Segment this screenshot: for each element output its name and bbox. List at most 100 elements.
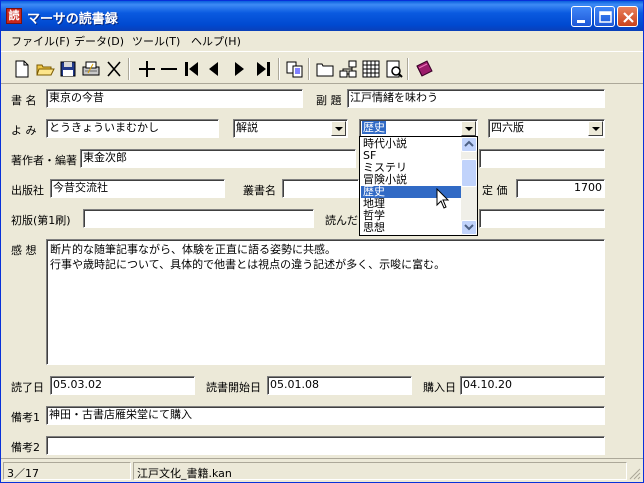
toolbar-separator [308,58,310,80]
add-record-button[interactable] [136,58,158,80]
type-combo[interactable]: 解説 [233,119,348,138]
network-button[interactable] [337,58,359,80]
read-start-field[interactable]: 05.01.08 [267,376,412,395]
price-label: 定 価 [482,184,508,197]
dropdown-option[interactable]: 時代小説 [361,138,461,150]
chevron-up-icon [464,140,474,147]
chevron-down-icon[interactable] [461,121,476,136]
impressions-line: 行事や歳時記について、具体的で他書とは視点の違う記述が多く、示唆に富む。 [50,258,446,271]
scrollbar-thumb[interactable] [461,159,477,187]
series-label: 叢書名 [243,184,276,197]
maximize-button[interactable] [594,6,615,27]
first-record-icon [185,62,198,76]
menu-tools[interactable]: ツール(T) [132,33,180,49]
scroll-down-button[interactable] [461,220,477,235]
publisher-field[interactable]: 今昔交流社 [50,179,225,198]
close-button[interactable] [617,6,638,27]
add-record-icon [139,61,155,77]
title-label: 書 名 [11,94,37,107]
author-extra-field[interactable] [479,149,605,168]
status-bar: 3／17 江戸文化_書籍.kan [1,458,643,482]
new-button[interactable] [11,58,33,80]
first-record-button[interactable] [180,58,202,80]
read-end-label: 読了日 [11,381,44,394]
delete-icon [107,61,121,77]
delete-button[interactable] [103,58,125,80]
reading-field[interactable]: とうきょういまむかし [46,119,219,138]
first-edition-label: 初版(第1刷) [11,214,71,227]
genre-dropdown-list[interactable]: 時代小説 SF ミステリ 冒険小説 歴史 地理 哲学 思想 [359,136,478,236]
prev-record-button[interactable] [203,58,225,80]
minimize-button[interactable] [571,6,592,27]
first-edition-field[interactable] [83,209,314,228]
book-icon [416,60,433,77]
record-position: 3／17 [3,462,131,480]
dropdown-option[interactable]: 思想 [361,222,461,234]
series-field[interactable] [282,179,359,198]
format-combo[interactable]: 四六版 [488,119,605,138]
chevron-down-icon[interactable] [588,121,603,136]
window-title: マーサの読書録 [27,12,118,27]
note2-field[interactable] [46,436,605,455]
maximize-icon [599,11,612,23]
menu-file[interactable]: ファイル(F) [11,33,70,49]
minimize-icon [577,20,585,23]
note1-label: 備考1 [11,411,40,424]
author-field[interactable]: 東金次郎 [80,149,356,168]
toolbar-separator [407,58,409,80]
preview-icon [386,60,403,78]
table-icon [362,60,380,78]
folder-icon [316,63,334,77]
title-field[interactable]: 東京の今昔 [46,89,303,108]
table-button[interactable] [360,58,382,80]
next-record-button[interactable] [228,58,250,80]
chevron-down-icon[interactable] [331,121,346,136]
prev-record-icon [209,62,218,76]
toolbar [1,51,643,84]
type-combo-value: 解説 [236,121,258,134]
genre-combo-value: 歴史 [362,121,386,134]
next-record-icon [235,62,244,76]
purchase-field[interactable]: 04.10.20 [460,376,605,395]
new-icon [15,60,29,78]
read-start-label: 読書開始日 [206,381,261,394]
folder-button[interactable] [314,58,336,80]
network-icon [339,60,357,78]
read-count-label: 読んだ [325,214,358,227]
subtitle-field[interactable]: 江戸情緒を味わう [347,89,605,108]
purchase-label: 購入日 [423,381,456,394]
read-end-field[interactable]: 05.03.02 [50,376,195,395]
menu-data[interactable]: データ(D) [74,33,124,49]
note1-field[interactable]: 神田・古書店雁栄堂にて購入 [46,406,605,425]
remove-record-icon [161,68,177,70]
resize-grip-icon[interactable] [629,468,641,480]
chevron-down-icon [464,224,474,231]
mouse-cursor-icon [436,188,450,209]
file-name: 江戸文化_書籍.kan [133,462,627,480]
menu-help[interactable]: ヘルプ(H) [191,33,241,49]
app-window: 読 マーサの読書録 ファイル(F) データ(D) ツール(T) ヘルプ(H) 書… [0,0,644,483]
title-bar[interactable]: 読 マーサの読書録 [1,1,643,31]
save-button[interactable] [57,58,79,80]
read-count-field[interactable] [479,209,605,228]
subtitle-label: 副 題 [316,94,342,107]
open-folder-icon [36,64,55,76]
remove-record-button[interactable] [158,58,180,80]
dropdown-scrollbar[interactable] [461,137,477,235]
open-button[interactable] [34,58,56,80]
preview-button[interactable] [383,58,405,80]
scroll-up-button[interactable] [461,137,477,152]
reading-label: よ み [11,124,37,137]
impressions-memo[interactable]: 断片的な随筆記事ながら、体験を正直に語る姿勢に共感。 行事や歳時記について、具体… [46,239,605,365]
app-icon[interactable]: 読 [6,8,22,24]
book-button[interactable] [413,58,435,80]
price-field[interactable]: 1700 [516,179,605,198]
print-icon [82,61,100,76]
print-button[interactable] [80,58,102,80]
copy-button[interactable] [284,58,306,80]
format-combo-value: 四六版 [491,121,524,134]
last-record-button[interactable] [253,58,275,80]
last-record-icon [257,62,270,76]
menu-bar: ファイル(F) データ(D) ツール(T) ヘルプ(H) [1,31,643,50]
impressions-label: 感 想 [11,244,37,257]
